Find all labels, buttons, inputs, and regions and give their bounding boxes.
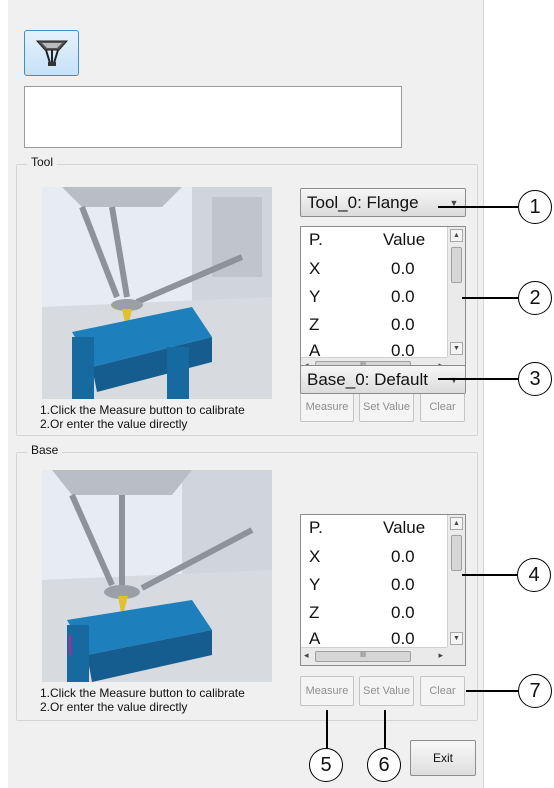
callout-3: 3 — [518, 362, 552, 396]
callout-line-3 — [438, 378, 518, 380]
delta-robot-button[interactable] — [24, 30, 79, 76]
base-measure-button[interactable]: Measure — [300, 676, 354, 706]
callout-6: 6 — [367, 748, 401, 782]
header-value: Value — [383, 230, 426, 249]
message-textbox[interactable] — [24, 86, 402, 148]
row-param: X — [309, 259, 321, 278]
row-value[interactable]: 0.0 — [391, 629, 415, 649]
delta-robot-icon — [35, 40, 68, 66]
scroll-thumb[interactable] — [451, 535, 462, 571]
table-row[interactable]: X 0.0 — [301, 545, 447, 569]
scroll-thumb[interactable]: III — [315, 651, 411, 662]
header-value: Value — [383, 518, 426, 537]
row-value[interactable]: 0.0 — [391, 603, 415, 623]
callout-7: 7 — [518, 674, 552, 708]
tool-group-legend: Tool — [27, 155, 58, 169]
callout-line-5 — [326, 710, 328, 750]
callout-4: 4 — [517, 558, 551, 592]
base-selector-value: Base_0: Default — [307, 370, 428, 389]
chevron-down-icon[interactable]: ▼ — [443, 189, 465, 216]
row-param: Z — [309, 315, 320, 334]
base-clear-button[interactable]: Clear — [420, 676, 465, 706]
callout-5: 5 — [309, 748, 343, 782]
scroll-thumb[interactable] — [451, 247, 462, 283]
row-param: X — [309, 547, 321, 566]
vertical-scrollbar[interactable]: ▲ ▼ — [447, 227, 465, 357]
base-value-table[interactable]: P. Value X 0.0 Y 0.0 Z 0.0 A 0.0 ▲ ▼ ◂ I… — [300, 514, 466, 666]
table-row[interactable]: Z 0.0 — [301, 601, 447, 625]
row-param: Y — [309, 575, 321, 594]
row-value[interactable]: 0.0 — [391, 547, 415, 567]
callout-line-6 — [384, 710, 386, 750]
table-row[interactable]: Y 0.0 — [301, 285, 447, 309]
vertical-scrollbar[interactable]: ▲ ▼ — [447, 515, 465, 647]
base-instruction-1: 1.Click the Measure button to calibrate — [40, 686, 245, 700]
table-row[interactable]: Z 0.0 — [301, 313, 447, 337]
scroll-right-icon[interactable]: ▸ — [438, 650, 443, 661]
tool-clear-button[interactable]: Clear — [420, 392, 465, 422]
scroll-up-icon[interactable]: ▲ — [450, 229, 463, 242]
row-value[interactable]: 0.0 — [391, 259, 415, 279]
base-group-legend: Base — [27, 443, 63, 457]
table-header: P. Value — [301, 515, 447, 539]
scroll-corner — [447, 647, 465, 665]
tool-selector[interactable]: Tool_0: Flange ▼ — [300, 188, 466, 217]
table-row[interactable]: Y 0.0 — [301, 573, 447, 597]
table-row[interactable]: X 0.0 — [301, 257, 447, 281]
callout-line-1 — [438, 206, 518, 208]
scroll-left-icon[interactable]: ◂ — [304, 650, 309, 661]
exit-button[interactable]: Exit — [410, 740, 476, 776]
tool-set-value-button[interactable]: Set Value — [359, 392, 414, 422]
tool-value-table[interactable]: P. Value X 0.0 Y 0.0 Z 0.0 A 0.0 ▲ ▼ ◂ I… — [300, 226, 466, 376]
row-param: Y — [309, 287, 321, 306]
horizontal-scrollbar[interactable]: ◂ III ▸ — [301, 647, 447, 665]
row-value[interactable]: 0.0 — [391, 315, 415, 335]
header-p: P. — [309, 230, 323, 249]
tool-robot-image — [42, 187, 272, 399]
base-set-value-button[interactable]: Set Value — [359, 676, 414, 706]
row-value[interactable]: 0.0 — [391, 575, 415, 595]
tool-selector-value: Tool_0: Flange — [307, 193, 419, 212]
table-header: P. Value — [301, 227, 447, 251]
header-p: P. — [309, 518, 323, 537]
row-param: Z — [309, 603, 320, 622]
callout-2: 2 — [518, 281, 552, 315]
callout-line-4 — [462, 574, 518, 576]
row-param: A — [309, 629, 321, 648]
callout-line-7 — [466, 690, 518, 692]
tool-instruction-1: 1.Click the Measure button to calibrate — [40, 403, 245, 417]
scroll-up-icon[interactable]: ▲ — [450, 517, 463, 530]
scroll-down-icon[interactable]: ▼ — [450, 342, 463, 355]
scroll-down-icon[interactable]: ▼ — [450, 632, 463, 645]
base-instruction-2: 2.Or enter the value directly — [40, 700, 188, 714]
tool-instruction-2: 2.Or enter the value directly — [40, 417, 188, 431]
callout-1: 1 — [518, 190, 552, 224]
callout-line-2 — [462, 297, 518, 299]
row-value[interactable]: 0.0 — [391, 287, 415, 307]
base-robot-image — [42, 470, 272, 682]
tool-measure-button[interactable]: Measure — [300, 392, 354, 422]
